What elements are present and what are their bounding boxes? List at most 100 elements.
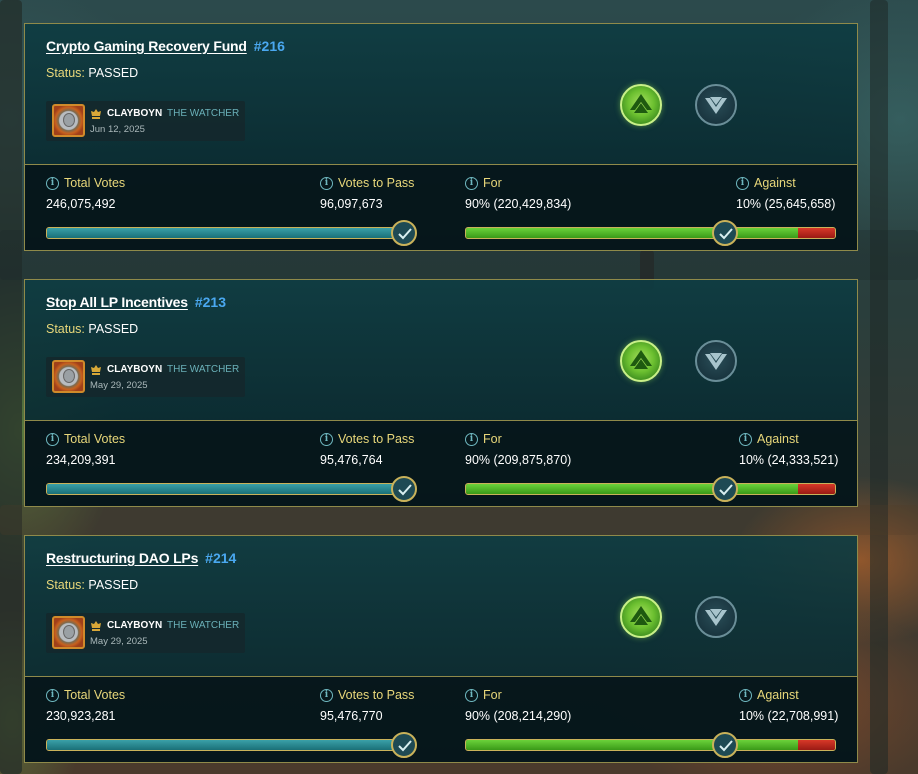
total-votes-value: 246,075,492	[46, 197, 116, 211]
vote-stats: i Total Votes 234,209,391 i Votes to Pass …	[25, 420, 857, 506]
against-fill	[798, 484, 835, 494]
author-box[interactable]: CLAYBOYN THE WATCHER May 29, 2025	[46, 357, 245, 397]
vote-stats: i Total Votes 246,075,492 i Votes to Pass …	[25, 164, 857, 250]
info-icon[interactable]: i	[465, 176, 478, 190]
vote-up-button[interactable]	[620, 340, 662, 382]
votes-to-pass-value: 95,476,770	[320, 709, 383, 723]
proposal-status: Status: PASSED	[46, 66, 138, 80]
for-fill	[466, 228, 799, 238]
proposal-card: Stop All LP Incentives #213 Status: PASS…	[24, 279, 858, 507]
total-votes-progress-bar	[46, 227, 416, 239]
against-label: i Against	[736, 176, 796, 190]
quorum-check-icon	[712, 476, 738, 502]
total-votes-label: i Total Votes	[46, 688, 125, 702]
rank-icon	[91, 109, 101, 119]
total-votes-progress-bar	[46, 739, 416, 751]
proposal-title-link[interactable]: Restructuring DAO LPs	[46, 550, 198, 566]
proposal-card: Crypto Gaming Recovery Fund #216 Status:…	[24, 23, 858, 251]
info-icon[interactable]: i	[320, 432, 333, 446]
author-name: CLAYBOYN	[107, 364, 163, 375]
info-icon[interactable]: i	[320, 688, 333, 702]
for-fill	[466, 484, 799, 494]
vote-down-button[interactable]	[695, 84, 737, 126]
chevron-up-icon	[630, 94, 652, 113]
vote-up-button[interactable]	[620, 84, 662, 126]
against-fill	[798, 228, 835, 238]
for-against-progress-bar	[465, 227, 836, 239]
chevron-up-icon	[630, 606, 652, 625]
info-icon[interactable]: i	[465, 688, 478, 702]
for-label: i For	[465, 176, 502, 190]
author-box[interactable]: CLAYBOYN THE WATCHER Jun 12, 2025	[46, 101, 245, 141]
author-role: THE WATCHER	[166, 108, 240, 119]
info-icon[interactable]: i	[739, 688, 752, 702]
info-icon[interactable]: i	[739, 432, 752, 446]
total-votes-value: 230,923,281	[46, 709, 116, 723]
against-value: 10% (25,645,658)	[736, 197, 836, 211]
quorum-check-icon	[712, 220, 738, 246]
info-icon[interactable]: i	[320, 176, 333, 190]
total-votes-fill	[47, 740, 415, 750]
proposal-id: #213	[194, 294, 227, 310]
for-value: 90% (209,875,870)	[465, 453, 572, 467]
votes-to-pass-label: i Votes to Pass	[320, 176, 414, 190]
vote-up-button[interactable]	[620, 596, 662, 638]
total-votes-progress-bar	[46, 483, 416, 495]
info-icon[interactable]: i	[465, 432, 478, 446]
total-votes-label: i Total Votes	[46, 432, 125, 446]
status-value: PASSED	[88, 66, 139, 80]
total-votes-fill	[47, 484, 415, 494]
author-role: THE WATCHER	[166, 364, 240, 375]
against-value: 10% (22,708,991)	[739, 709, 839, 723]
proposal-title-link[interactable]: Crypto Gaming Recovery Fund	[46, 38, 247, 54]
total-votes-value: 234,209,391	[46, 453, 116, 467]
vote-down-button[interactable]	[695, 340, 737, 382]
proposal-title-link[interactable]: Stop All LP Incentives	[46, 294, 188, 310]
pass-threshold-check-icon	[391, 732, 417, 758]
for-fill	[466, 740, 799, 750]
info-icon[interactable]: i	[46, 688, 59, 702]
proposal-id: #216	[253, 38, 285, 54]
status-value: PASSED	[88, 322, 139, 336]
against-label: i Against	[739, 432, 799, 446]
votes-to-pass-value: 96,097,673	[320, 197, 383, 211]
chevron-down-icon	[705, 353, 727, 370]
chevron-down-icon	[705, 97, 727, 114]
for-label: i For	[465, 688, 502, 702]
author-role: THE WATCHER	[166, 620, 240, 631]
rank-icon	[91, 365, 101, 375]
for-label: i For	[465, 432, 502, 446]
against-value: 10% (24,333,521)	[739, 453, 839, 467]
avatar	[52, 360, 85, 393]
total-votes-fill	[47, 228, 415, 238]
votes-to-pass-value: 95,476,764	[320, 453, 383, 467]
avatar	[52, 104, 85, 137]
for-against-progress-bar	[465, 483, 836, 495]
avatar	[52, 616, 85, 649]
chevron-up-icon	[630, 350, 652, 369]
author-name: CLAYBOYN	[107, 108, 163, 119]
author-box[interactable]: CLAYBOYN THE WATCHER May 29, 2025	[46, 613, 245, 653]
quorum-check-icon	[712, 732, 738, 758]
info-icon[interactable]: i	[736, 176, 749, 190]
status-label: Status:	[46, 322, 85, 336]
author-name: CLAYBOYN	[107, 620, 163, 631]
vote-down-button[interactable]	[695, 596, 737, 638]
votes-to-pass-label: i Votes to Pass	[320, 432, 414, 446]
rank-icon	[91, 621, 101, 631]
proposal-date: May 29, 2025	[90, 380, 148, 391]
info-icon[interactable]: i	[46, 176, 59, 190]
pass-threshold-check-icon	[391, 476, 417, 502]
proposal-id: #214	[205, 550, 237, 566]
info-icon[interactable]: i	[46, 432, 59, 446]
for-value: 90% (208,214,290)	[465, 709, 572, 723]
against-label: i Against	[739, 688, 799, 702]
status-label: Status:	[46, 66, 85, 80]
proposal-date: May 29, 2025	[90, 636, 148, 647]
votes-to-pass-label: i Votes to Pass	[320, 688, 414, 702]
for-value: 90% (220,429,834)	[465, 197, 572, 211]
proposal-status: Status: PASSED	[46, 578, 138, 592]
proposal-status: Status: PASSED	[46, 322, 138, 336]
proposal-card: Restructuring DAO LPs #214 Status: PASSE…	[24, 535, 858, 763]
total-votes-label: i Total Votes	[46, 176, 125, 190]
